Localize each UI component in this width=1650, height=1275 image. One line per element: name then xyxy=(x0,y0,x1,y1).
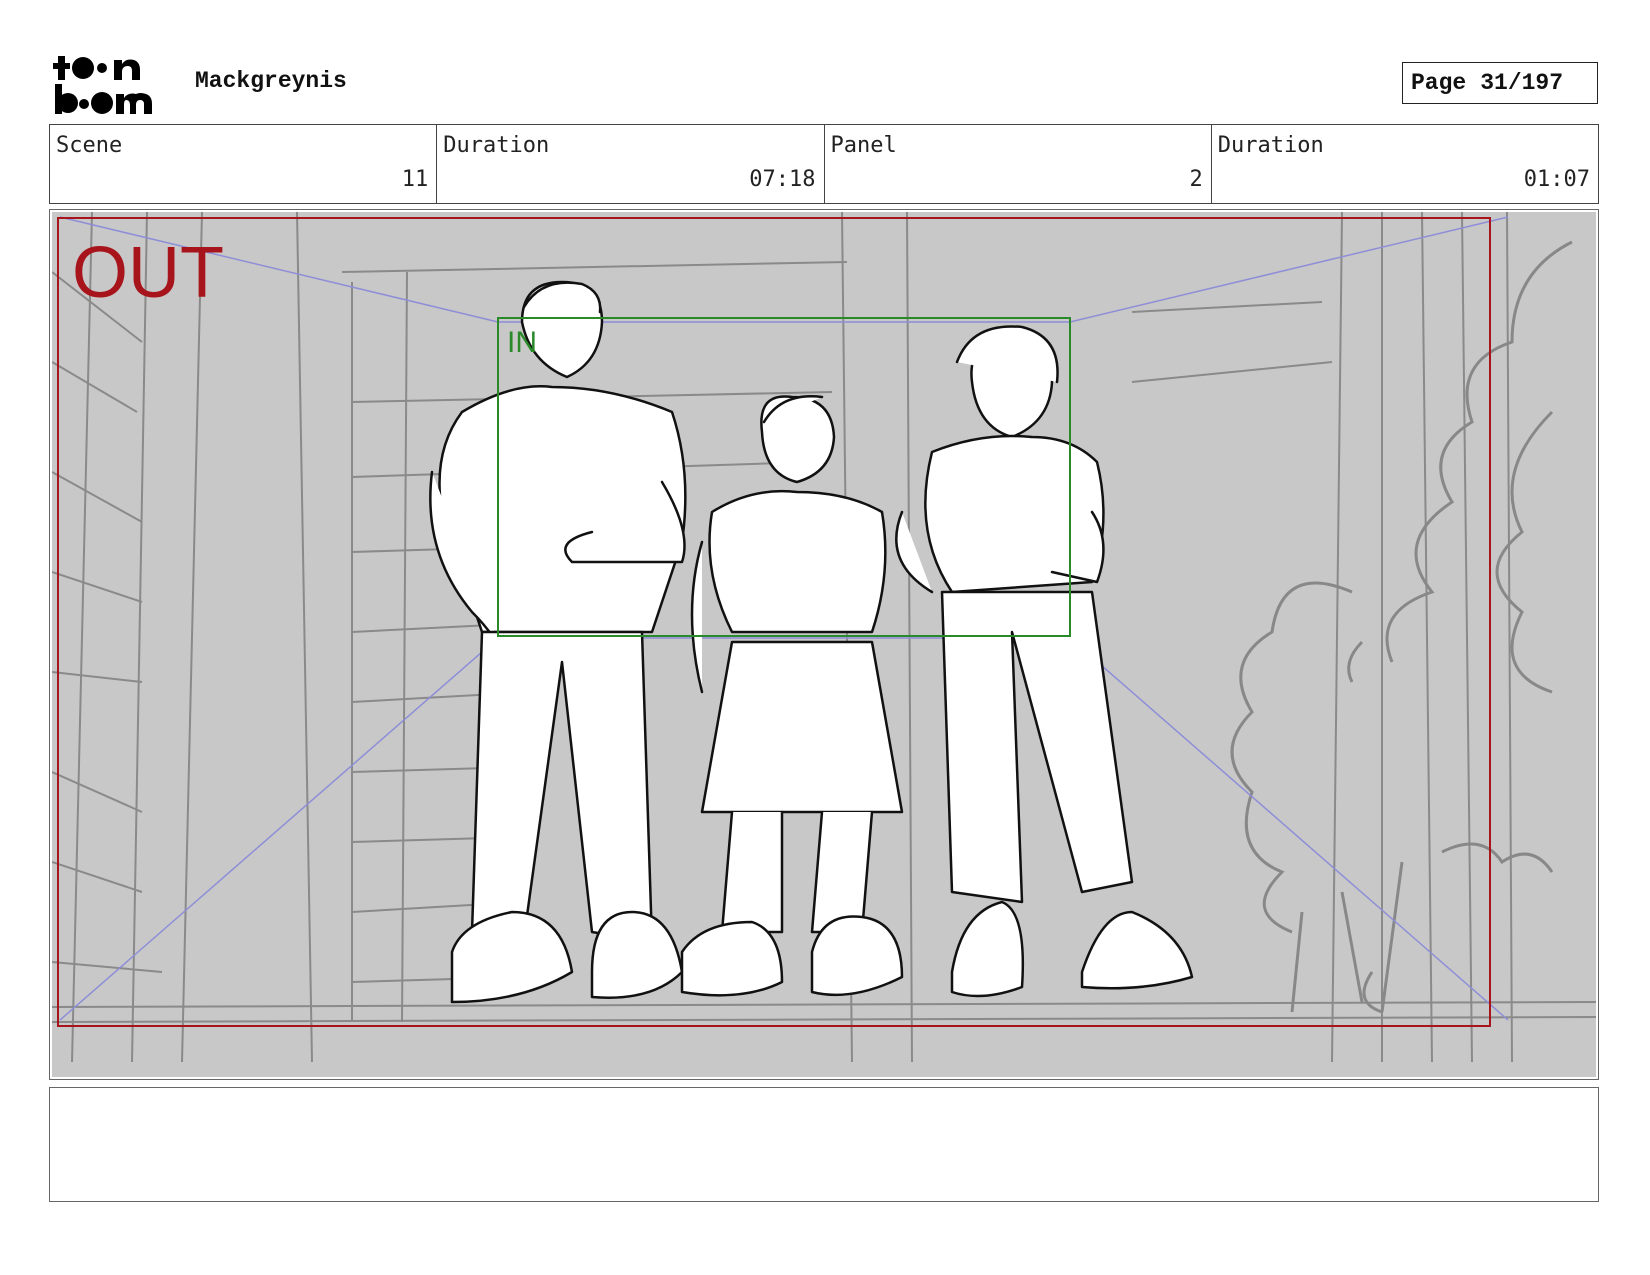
panel-value: 2 xyxy=(1189,167,1203,192)
panel-duration-value: 01:07 xyxy=(1523,167,1590,192)
panel-cell: Panel 2 xyxy=(825,125,1212,203)
scene-duration-value: 07:18 xyxy=(749,167,816,192)
panel-info-row: Scene 11 Duration 07:18 Panel 2 Duration… xyxy=(49,124,1599,204)
storyboard-drawing: IN OUT xyxy=(52,212,1596,1077)
page-indicator: Page 31/197 xyxy=(1402,62,1598,104)
page-label: Page xyxy=(1411,70,1467,96)
project-name: Mackgreynis xyxy=(195,68,347,94)
in-frame-label: IN xyxy=(507,326,537,359)
panel-duration-cell: Duration 01:07 xyxy=(1212,125,1598,203)
out-frame-label: OUT xyxy=(72,233,224,313)
panel-label: Panel xyxy=(830,133,897,158)
scene-cell: Scene 11 xyxy=(50,125,438,203)
scene-label: Scene xyxy=(56,133,123,158)
panel-notes xyxy=(49,1087,1599,1202)
toonboom-logo xyxy=(53,56,152,114)
scene-value: 11 xyxy=(401,167,429,192)
page-value: 31/197 xyxy=(1480,70,1564,96)
panel-duration-label: Duration xyxy=(1217,133,1324,158)
scene-duration-label: Duration xyxy=(443,133,550,158)
scene-duration-cell: Duration 07:18 xyxy=(437,125,825,203)
